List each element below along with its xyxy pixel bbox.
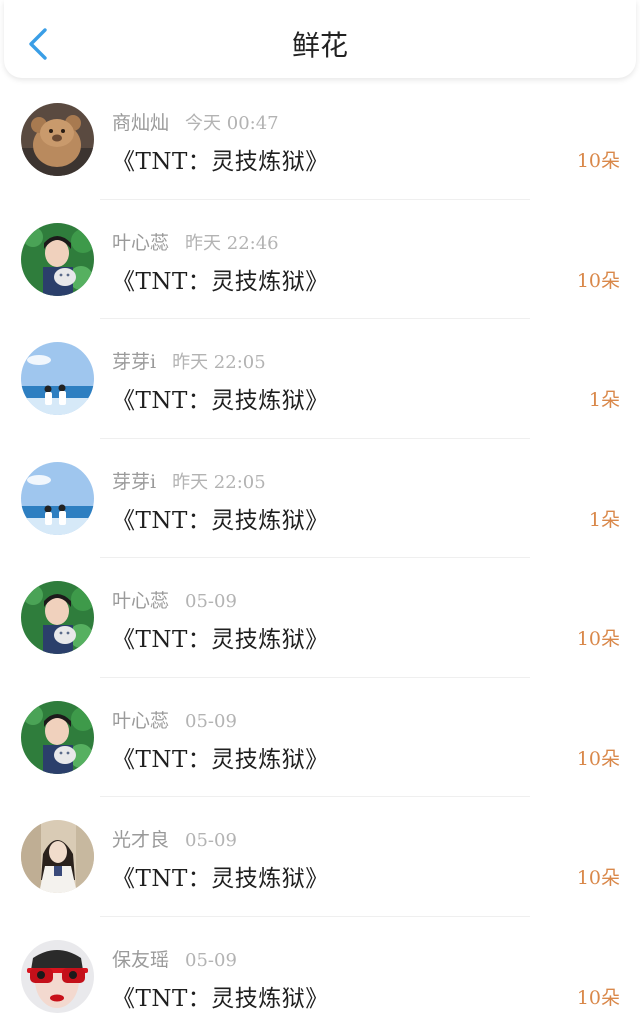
book-title[interactable]: 《TNT：灵技炼狱》 [112, 142, 329, 176]
item-meta: 叶心蕊 05-09 [112, 586, 237, 613]
item-meta: 叶心蕊 昨天 22:46 [112, 228, 279, 255]
flower-amount: 10朵 [576, 986, 620, 1009]
sender-name[interactable]: 叶心蕊 [112, 232, 169, 254]
flower-gift-list: 商灿灿今天 00:47 《TNT：灵技炼狱》 10朵 叶心蕊昨天 22:46 [0, 80, 640, 1036]
list-item[interactable]: 芽芽i 昨天 22:05 《TNT：灵技炼狱》 1朵 [0, 439, 640, 558]
list-item[interactable]: 商灿灿 今天 00:47 《TNT：灵技炼狱》 10朵 [0, 80, 640, 200]
list-item[interactable]: 叶心蕊 昨天 22:46 《TNT：灵技炼狱》 10朵 [0, 200, 640, 319]
sender-name[interactable]: 芽芽i [112, 351, 156, 373]
item-meta: 光才良 05-09 [112, 825, 237, 852]
item-meta: 商灿灿 今天 00:47 [112, 108, 279, 135]
item-meta: 芽芽i 昨天 22:05 [112, 467, 266, 494]
girl-classroom-avatar[interactable] [21, 820, 94, 893]
flower-amount: 1朵 [588, 508, 620, 531]
gift-time: 05-09 [185, 949, 237, 971]
seaside-couple-avatar[interactable] [21, 461, 94, 535]
gift-time: 05-09 [185, 710, 237, 732]
gift-time: 昨天 22:05 [172, 352, 266, 373]
book-title[interactable]: 《TNT：灵技炼狱》 [112, 381, 329, 415]
book-title[interactable]: 《TNT：灵技炼狱》 [112, 620, 329, 654]
list-item[interactable]: 芽芽i 昨天 22:05 《TNT：灵技炼狱》 1朵 [0, 319, 640, 439]
gift-time: 昨天 22:46 [185, 232, 279, 254]
gift-time: 05-09 [185, 830, 237, 851]
book-title[interactable]: 《TNT：灵技炼狱》 [112, 859, 329, 893]
list-item[interactable]: 光才良 05-09 《TNT：灵技炼狱》 10朵 [0, 797, 640, 917]
seaside-couple-avatar[interactable] [21, 342, 94, 415]
item-meta: 叶心蕊 05-09 [112, 706, 237, 733]
gift-time: 今天 00:47 [185, 113, 279, 134]
gift-time: 昨天 22:05 [172, 471, 266, 493]
list-item[interactable]: 叶心蕊 05-09 《TNT：灵技炼狱》 10朵 [0, 678, 640, 797]
sender-name[interactable]: 保友瑶 [112, 949, 169, 971]
teddy-bear-avatar[interactable] [21, 103, 94, 176]
sender-name[interactable]: 商灿灿 [112, 112, 169, 134]
gift-time: 05-09 [185, 591, 237, 612]
sender-name[interactable]: 光才良 [112, 829, 169, 851]
book-title[interactable]: 《TNT：灵技炼狱》 [112, 501, 329, 535]
book-title[interactable]: 《TNT：灵技炼狱》 [112, 979, 329, 1013]
boy-with-cat-avatar[interactable] [21, 700, 94, 774]
book-title[interactable]: 《TNT：灵技炼狱》 [112, 262, 329, 296]
flower-amount: 10朵 [576, 747, 620, 770]
flower-amount: 10朵 [576, 628, 620, 650]
item-meta: 保友瑶 05-09 [112, 945, 237, 972]
boy-with-cat-avatar[interactable] [21, 581, 94, 654]
book-title[interactable]: 《TNT：灵技炼狱》 [112, 740, 329, 774]
sender-name[interactable]: 叶心蕊 [112, 590, 169, 612]
list-item[interactable]: 保友瑶 05-09 《TNT：灵技炼狱》 10朵 [0, 917, 640, 1036]
sender-name[interactable]: 叶心蕊 [112, 710, 169, 732]
page-title: 鲜花 [291, 29, 348, 62]
item-meta: 芽芽i 昨天 22:05 [112, 347, 266, 374]
flower-amount: 10朵 [576, 150, 620, 172]
flower-amount: 1朵 [588, 389, 620, 411]
flower-amount: 10朵 [576, 269, 620, 292]
list-item[interactable]: 叶心蕊 05-09 《TNT：灵技炼狱》 10朵 [0, 558, 640, 678]
red-sunglasses-avatar[interactable] [21, 939, 94, 1013]
top-bar: 鲜花 [4, 0, 636, 78]
boy-with-cat-avatar[interactable] [21, 222, 94, 296]
sender-name[interactable]: 芽芽i [112, 471, 156, 493]
flower-amount: 10朵 [576, 867, 620, 889]
